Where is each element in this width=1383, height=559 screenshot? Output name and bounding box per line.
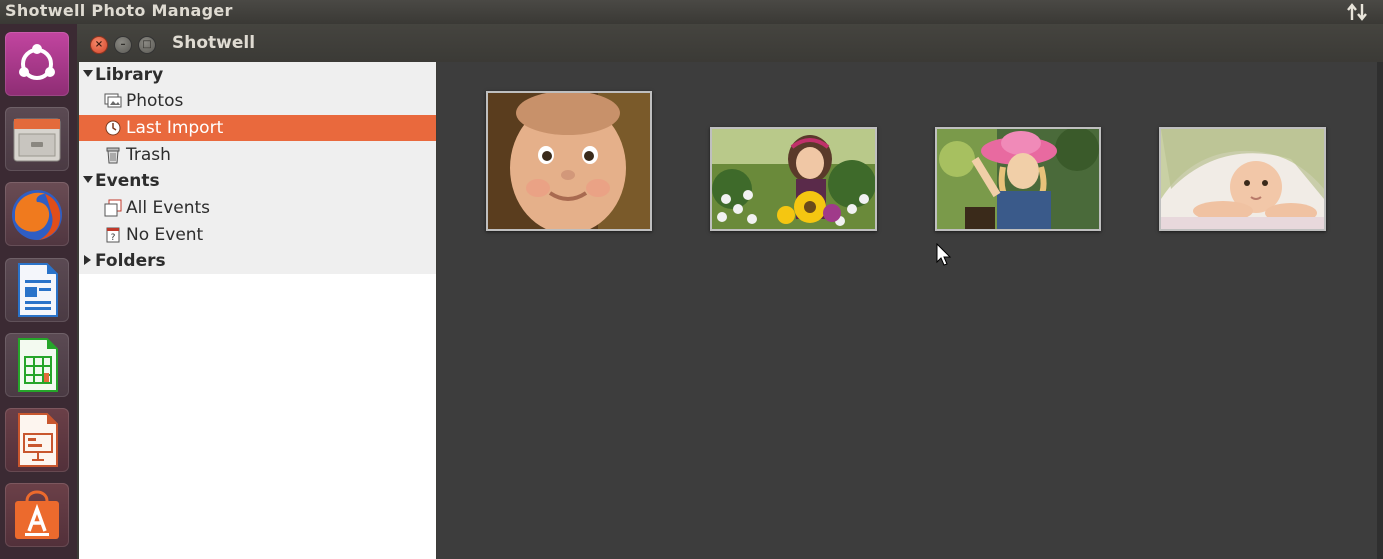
expander-down-icon[interactable]: [83, 176, 93, 183]
sidebar-item-label: No Event: [126, 225, 204, 245]
girl-with-sunflowers-photo[interactable]: [710, 127, 877, 231]
maximize-button[interactable]: □: [138, 36, 156, 54]
sidebar-item-photos[interactable]: Photos: [79, 88, 436, 114]
sidebar-section-events[interactable]: Events: [79, 168, 436, 194]
software-center-icon[interactable]: [5, 483, 69, 547]
libreoffice-impress-icon[interactable]: [5, 408, 69, 472]
expander-right-icon[interactable]: [84, 255, 91, 265]
sidebar-section-library[interactable]: Library: [79, 62, 436, 88]
close-button[interactable]: ×: [90, 36, 108, 54]
sidebar-item-last-import[interactable]: Last Import: [79, 115, 436, 141]
network-transfer-icon[interactable]: [1344, 0, 1372, 24]
firefox-icon[interactable]: [5, 182, 69, 246]
libreoffice-calc-icon[interactable]: [5, 333, 69, 397]
window-title: Shotwell: [172, 33, 256, 53]
expander-down-icon[interactable]: [83, 70, 93, 77]
photos-icon: [104, 92, 122, 110]
sidebar-item-no-event[interactable]: ? No Event: [79, 222, 436, 248]
sidebar-item-label: Last Import: [126, 118, 224, 138]
minimize-icon: –: [120, 39, 126, 50]
launcher: [0, 24, 77, 559]
top-panel: Shotwell Photo Manager: [0, 0, 1383, 24]
window-titlebar[interactable]: × – □ Shotwell: [77, 24, 1383, 62]
no-event-icon: ?: [104, 226, 122, 244]
sidebar-section-folders[interactable]: Folders: [79, 248, 436, 274]
section-label: Events: [95, 171, 160, 191]
all-events-icon: [104, 199, 122, 217]
files-icon[interactable]: [5, 107, 69, 171]
trash-icon: [104, 146, 122, 164]
sidebar-item-label: Trash: [126, 145, 171, 165]
svg-text:?: ?: [111, 233, 116, 243]
mouse-cursor-icon: [936, 243, 952, 266]
maximize-icon: □: [142, 39, 152, 50]
libreoffice-writer-icon[interactable]: [5, 258, 69, 322]
last-import-icon: [104, 119, 122, 137]
section-label: Folders: [95, 251, 166, 271]
scrollbar[interactable]: [1377, 62, 1383, 559]
sidebar: Library Photos Last Import Trash Events …: [79, 62, 436, 559]
sidebar-tree: Library Photos Last Import Trash Events …: [79, 62, 436, 274]
baby-face-photo[interactable]: [486, 91, 652, 231]
section-label: Library: [95, 65, 164, 85]
baby-under-blanket-photo[interactable]: [1159, 127, 1326, 231]
ubuntu-dash-icon[interactable]: [5, 32, 69, 96]
girl-in-pink-hat-photo[interactable]: [935, 127, 1101, 231]
minimize-button[interactable]: –: [114, 36, 132, 54]
close-icon: ×: [94, 39, 104, 50]
sidebar-item-label: Photos: [126, 91, 184, 111]
sidebar-item-label: All Events: [126, 198, 211, 218]
app-title: Shotwell Photo Manager: [5, 1, 233, 20]
sidebar-item-trash[interactable]: Trash: [79, 142, 436, 168]
sidebar-item-all-events[interactable]: All Events: [79, 195, 436, 221]
